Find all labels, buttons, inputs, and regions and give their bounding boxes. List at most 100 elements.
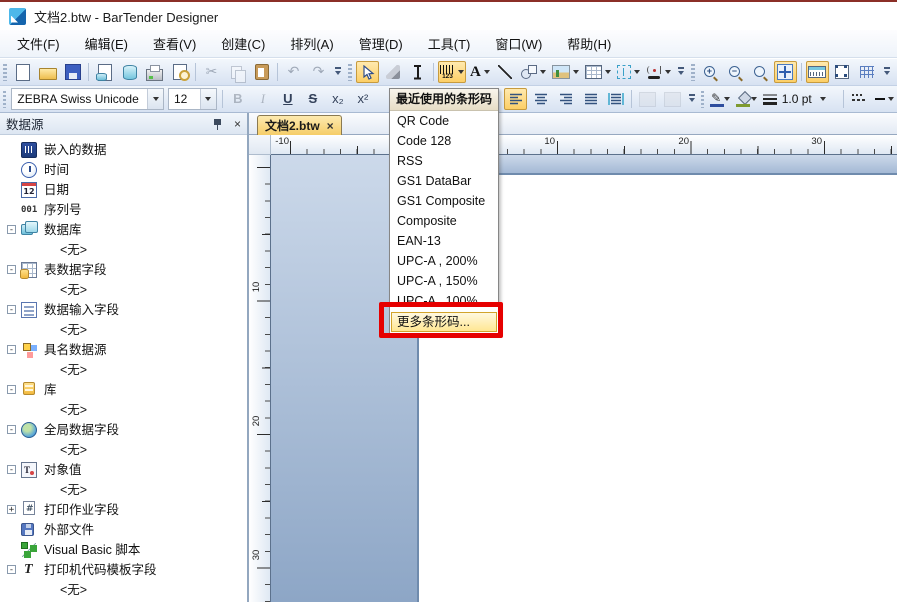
format-painter-button[interactable] [381,61,404,83]
fit-to-window-button[interactable] [774,61,797,83]
menu-item-ean-13[interactable]: EAN-13 [390,231,498,251]
collapse-icon[interactable]: - [7,345,16,354]
line-color-button[interactable]: ✎ [708,88,732,110]
toolbar-overflow-button[interactable] [676,63,686,81]
line-tool-button[interactable] [494,61,517,83]
menu-file[interactable]: 文件(F) [6,30,71,57]
database-setup-button[interactable] [93,61,116,83]
collapse-icon[interactable]: - [7,565,16,574]
menu-window[interactable]: 窗口(W) [484,30,553,57]
line-style-solid-button[interactable] [873,88,896,110]
tree-item-none[interactable]: <无> [0,280,247,300]
menu-view[interactable]: 查看(V) [142,30,207,57]
redo-button[interactable]: ↷ [307,61,330,83]
tree-item-none[interactable]: <无> [0,440,247,460]
font-size-combo[interactable]: 12 [168,88,217,110]
tree-item-library[interactable]: -库 [0,380,247,400]
menu-administer[interactable]: 管理(D) [348,30,414,57]
tree-item-object-value[interactable]: -对象值 [0,460,247,480]
tree-item-print-job-fields[interactable]: +打印作业字段 [0,500,247,520]
database-connection-button[interactable] [118,61,141,83]
image-tool-button[interactable] [550,61,581,83]
tree-item-date[interactable]: 日期 [0,180,247,200]
document-tab[interactable]: 文档2.btw × [257,115,342,135]
menu-item-qr-code[interactable]: QR Code [390,111,498,131]
menu-edit[interactable]: 编辑(E) [74,30,139,57]
copy-button[interactable] [225,61,248,83]
tree-item-none[interactable]: <无> [0,480,247,500]
tree-item-embedded-data[interactable]: 嵌入的数据 [0,140,247,160]
grid-toggle-button[interactable] [856,61,879,83]
menu-item-upc-a-200[interactable]: UPC-A , 200% [390,251,498,271]
menu-item-gs1-composite[interactable]: GS1 Composite [390,191,498,211]
new-document-button[interactable] [11,61,34,83]
paste-button[interactable] [250,61,273,83]
tree-item-none[interactable]: <无> [0,360,247,380]
superscript-button[interactable]: x² [351,88,374,110]
template-object-button[interactable] [615,61,642,83]
tree-item-vb-script[interactable]: Visual Basic 脚本 [0,540,247,560]
tab-close-button[interactable]: × [327,119,334,133]
toolbar-drag-handle[interactable] [3,64,7,81]
open-button[interactable] [36,61,59,83]
expand-icon[interactable]: + [7,505,16,514]
strikethrough-button[interactable]: S [301,88,324,110]
menu-help[interactable]: 帮助(H) [556,30,622,57]
underline-button[interactable]: U [276,88,299,110]
tree-item-data-entry-fields[interactable]: -数据输入字段 [0,300,247,320]
collapse-icon[interactable]: - [7,385,16,394]
object-handles-button[interactable] [831,61,854,83]
collapse-icon[interactable]: - [7,425,16,434]
text-fit-button[interactable] [604,88,627,110]
zoom-out-button[interactable]: − [724,61,747,83]
tree-item-named-data-sources[interactable]: -具名数据源 [0,340,247,360]
combo-arrow[interactable] [147,89,163,109]
zoom-region-button[interactable] [749,61,772,83]
panel-close-button[interactable]: × [232,118,243,130]
tree-item-none[interactable]: <无> [0,400,247,420]
bold-button[interactable]: B [226,88,249,110]
tree-item-time[interactable]: 时间 [0,160,247,180]
line-weight-button[interactable]: 1.0 pt [761,88,839,110]
menu-item-rss[interactable]: RSS [390,151,498,171]
font-family-combo[interactable]: ZEBRA Swiss Unicode [11,88,164,110]
toolbar-drag-handle[interactable] [691,64,695,81]
tree-item-external-file[interactable]: 外部文件 [0,520,247,540]
tree-item-none[interactable]: <无> [0,240,247,260]
align-left-button[interactable] [504,88,527,110]
print-button[interactable] [143,61,166,83]
collapse-icon[interactable]: - [7,265,16,274]
menu-item-gs1-databar[interactable]: GS1 DataBar [390,171,498,191]
text-cursor-button[interactable] [406,61,429,83]
align-justify-button[interactable] [579,88,602,110]
menu-item-composite[interactable]: Composite [390,211,498,231]
align-right-button[interactable] [554,88,577,110]
menu-create[interactable]: 创建(C) [210,30,276,57]
toolbar-drag-handle[interactable] [348,64,352,81]
format-button-disabled-1[interactable] [636,88,659,110]
tree-item-none[interactable]: <无> [0,320,247,340]
menu-arrange[interactable]: 排列(A) [279,30,344,57]
toolbar-drag-handle[interactable] [701,91,704,108]
zoom-in-button[interactable]: + [699,61,722,83]
table-tool-button[interactable] [583,61,613,83]
shape-tool-button[interactable] [519,61,548,83]
toolbar-drag-handle[interactable] [3,91,6,108]
tree-item-global-data-fields[interactable]: -全局数据字段 [0,420,247,440]
align-center-button[interactable] [529,88,552,110]
tree-item-none[interactable]: <无> [0,580,247,600]
menu-tools[interactable]: 工具(T) [417,30,482,57]
toolbar-overflow-button[interactable] [687,90,695,108]
collapse-icon[interactable]: - [7,305,16,314]
toolbar-overflow-button[interactable] [882,63,892,81]
subscript-button[interactable]: x₂ [326,88,349,110]
collapse-icon[interactable]: - [7,465,16,474]
tree-item-printer-code-template-fields[interactable]: -打印机代码模板字段 [0,560,247,580]
pin-icon[interactable] [212,117,224,131]
collapse-icon[interactable]: - [7,225,16,234]
undo-button[interactable]: ↶ [282,61,305,83]
format-button-disabled-2[interactable] [661,88,684,110]
line-style-dotted-button[interactable] [848,88,871,110]
fill-color-button[interactable] [734,88,758,110]
menu-item-code-128[interactable]: Code 128 [390,131,498,151]
